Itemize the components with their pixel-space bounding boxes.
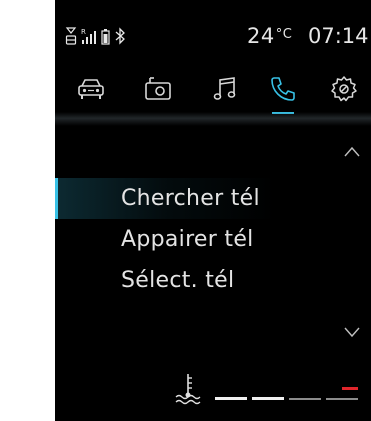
tab-vehicle[interactable] — [69, 67, 113, 111]
header-separator — [55, 112, 371, 126]
tab-phone[interactable] — [261, 67, 305, 114]
battery-icon — [101, 26, 110, 46]
gauge-segment-4 — [326, 398, 358, 400]
gauge-segment-2 — [252, 397, 284, 400]
status-icons: R — [65, 26, 126, 46]
settings-icon — [331, 76, 357, 102]
menu-item-label: Appairer tél — [121, 227, 254, 252]
main-tabs — [55, 67, 371, 117]
chevron-up-icon[interactable] — [343, 146, 361, 158]
radio-icon — [145, 77, 171, 100]
gauge-segment-3 — [289, 398, 321, 400]
tab-media[interactable] — [203, 67, 247, 111]
car-icon — [78, 79, 104, 99]
menu-item-label: Chercher tél — [121, 186, 260, 211]
menu-item-search-phone[interactable]: Chercher tél — [55, 178, 371, 219]
tab-radio[interactable] — [136, 67, 180, 111]
coolant-temperature-icon — [175, 374, 201, 405]
chevron-down-icon[interactable] — [343, 326, 361, 338]
coolant-gauge — [55, 370, 371, 410]
clock: 07:14 — [308, 24, 369, 48]
menu-item-label: Sélect. tél — [121, 268, 235, 293]
svg-text:R: R — [81, 28, 86, 36]
outside-temperature: 24°C — [247, 24, 293, 48]
tab-settings[interactable] — [322, 67, 366, 111]
music-icon — [213, 77, 236, 100]
infotainment-screen: R 24°C 07:14 Chercher tél Appairer tél S… — [55, 0, 371, 421]
bluetooth-icon — [114, 26, 126, 46]
phone-icon — [271, 77, 295, 101]
gps-signal-icon — [65, 26, 77, 46]
cellular-signal-icon: R — [81, 26, 97, 46]
menu-item-pair-phone[interactable]: Appairer tél — [55, 219, 371, 260]
gauge-warning-mark — [342, 387, 358, 390]
gauge-segment-1 — [215, 397, 247, 400]
menu-item-select-phone[interactable]: Sélect. tél — [55, 260, 371, 301]
phone-menu: Chercher tél Appairer tél Sélect. tél — [55, 178, 371, 301]
status-bar: R 24°C 07:14 — [55, 20, 371, 54]
